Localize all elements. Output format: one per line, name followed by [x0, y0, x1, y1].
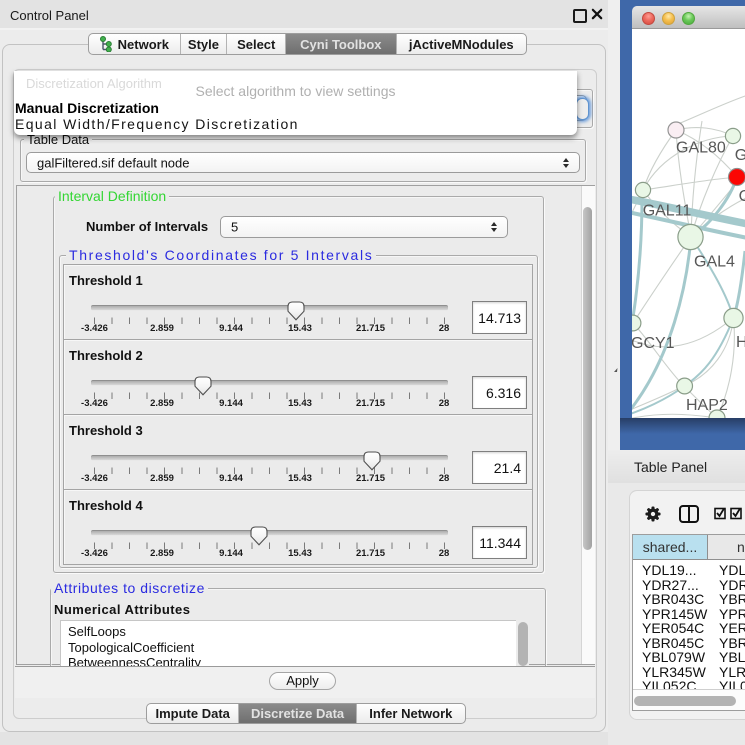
svg-text:GAL4: GAL4 [694, 254, 735, 271]
svg-text:HAP2: HAP2 [686, 397, 728, 414]
svg-text:GAL11: GAL11 [643, 202, 692, 219]
svg-text:GCY1: GCY1 [632, 335, 675, 352]
svg-text:H: H [736, 334, 745, 351]
svg-text:GAL80: GAL80 [676, 140, 726, 157]
svg-text:GA: GA [735, 147, 745, 164]
svg-text:C: C [739, 188, 745, 205]
